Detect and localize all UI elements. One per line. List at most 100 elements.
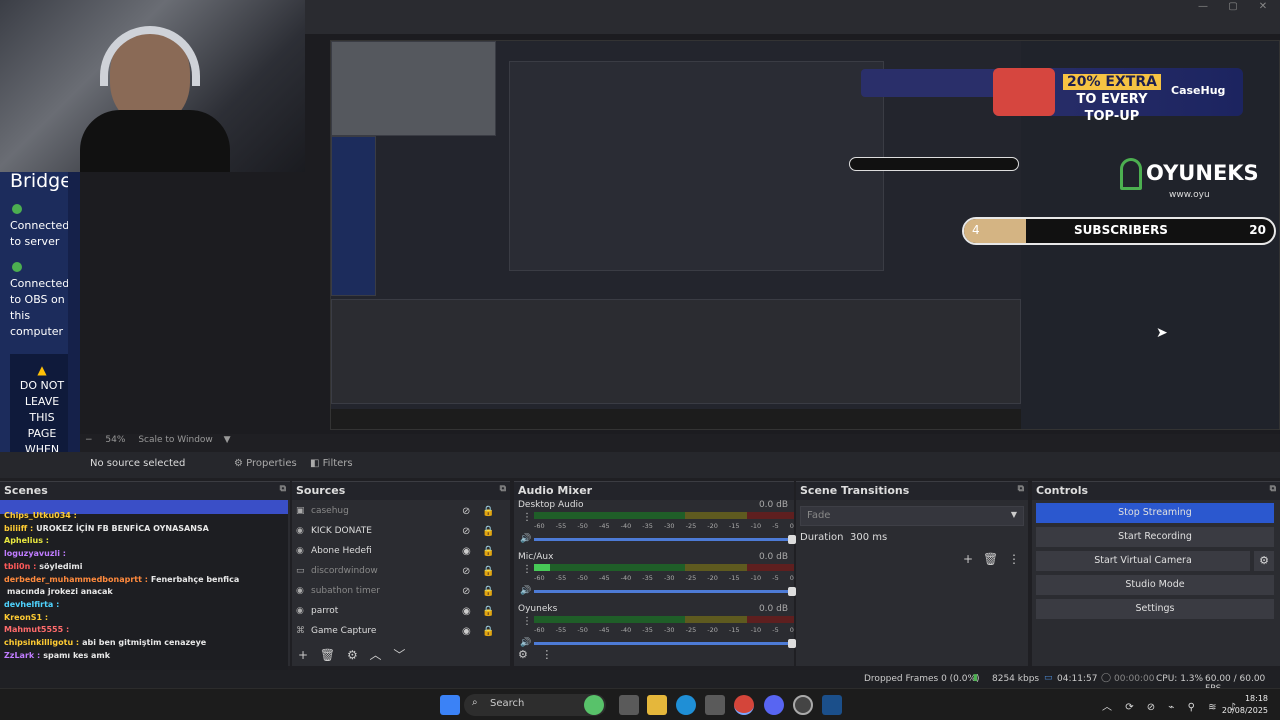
lock-icon[interactable]: 🔒 (482, 566, 494, 577)
source-row[interactable]: ▣ casehug ⊘ 🔒 (292, 502, 510, 522)
zoom-out-icon[interactable]: − (85, 435, 93, 445)
eye-hidden-icon[interactable]: ⊘ (462, 526, 470, 537)
source-row[interactable]: ◉ Abone Hedefi ◉ 🔒 (292, 542, 510, 562)
duration-label: Duration (800, 532, 844, 543)
check-icon (12, 262, 22, 272)
eye-icon[interactable]: ◉ (462, 546, 471, 557)
eye-hidden-icon[interactable]: ⊘ (462, 506, 470, 517)
undock-icon[interactable]: ⧉ (1270, 484, 1276, 494)
chat-username: loguzyavuzli : (4, 549, 66, 559)
widgets-icon[interactable] (584, 695, 604, 715)
scenes-header: Scenes ⧉ (0, 482, 290, 500)
wifi-icon[interactable]: ≋ (1208, 702, 1216, 713)
task-view-icon[interactable] (619, 695, 639, 715)
mic-icon[interactable]: ⚲ (1188, 702, 1195, 713)
chevron-down-icon[interactable]: ﹀ (393, 648, 405, 662)
minimize-icon[interactable]: — (1188, 0, 1218, 14)
obs-icon[interactable] (793, 695, 813, 715)
scale-tick: -60 (534, 522, 545, 530)
gear-icon[interactable]: ⚙ (347, 648, 358, 662)
scale-tick: -10 (750, 574, 762, 582)
sources-list: ▣ casehug ⊘ 🔒 ◉ KICK DONATE ⊘ 🔒 ◉ Abone Hedefi ◉ 🔒 ▭… (292, 502, 510, 642)
source-row[interactable]: ◉ parrot ◉ 🔒 (292, 602, 510, 622)
store-icon[interactable] (705, 695, 725, 715)
studio-mode-button[interactable]: Studio Mode (1036, 575, 1274, 595)
slider-knob[interactable] (788, 639, 796, 648)
maximize-icon[interactable]: ▢ (1218, 0, 1248, 14)
headphones (100, 26, 200, 86)
scale-tick: -20 (707, 522, 718, 530)
lock-icon[interactable]: 🔒 (482, 546, 494, 557)
lock-icon[interactable]: 🔒 (482, 506, 494, 517)
virtual-camera-settings-icon[interactable]: ⚙ (1254, 551, 1274, 571)
start-virtual-camera-button[interactable]: Start Virtual Camera (1036, 551, 1250, 571)
scale-mode[interactable]: Scale to Window (138, 435, 212, 445)
network-icon[interactable]: ⌁ (1168, 702, 1174, 713)
more-icon[interactable]: ⋮ (522, 616, 532, 627)
eye-hidden-icon[interactable]: ⊘ (462, 586, 470, 597)
eye-hidden-icon[interactable]: ⊘ (462, 566, 470, 577)
record-icon: ◯ (1101, 673, 1112, 683)
add-icon[interactable]: + (298, 648, 308, 662)
lock-icon[interactable]: 🔒 (482, 626, 494, 637)
volume-slider[interactable] (534, 587, 796, 596)
chevron-down-icon: ▼ (1010, 510, 1017, 519)
trash-icon[interactable]: 🗑 (983, 552, 998, 566)
source-row[interactable]: ◉ subathon timer ⊘ 🔒 (292, 582, 510, 602)
file-explorer-icon[interactable] (647, 695, 667, 715)
slider-knob[interactable] (788, 535, 796, 544)
more-icon[interactable]: ⋮ (522, 564, 532, 575)
chevron-down-icon[interactable]: ▼ (224, 435, 231, 445)
scale-tick: -20 (707, 574, 718, 582)
duration-input[interactable]: 300 ms (846, 532, 1022, 543)
add-icon[interactable]: + (963, 552, 973, 566)
settings-button[interactable]: Settings (1036, 599, 1274, 619)
lock-icon[interactable]: 🔒 (482, 606, 494, 617)
source-row[interactable]: ◉ KICK DONATE ⊘ 🔒 (292, 522, 510, 542)
eye-icon[interactable]: ◉ (462, 626, 471, 637)
properties-button[interactable]: ⚙ Properties (228, 456, 303, 474)
scale-tick: -35 (642, 522, 653, 530)
start-recording-button[interactable]: Start Recording (1036, 527, 1274, 547)
source-row[interactable]: ▭ discordwindow ⊘ 🔒 (292, 562, 510, 582)
lock-icon[interactable]: 🔒 (482, 586, 494, 597)
chat-username: chipsinkilligotu : (4, 638, 80, 648)
bridge-scrollbar[interactable] (68, 172, 80, 467)
trash-icon[interactable]: 🗑 (320, 648, 335, 662)
chevron-up-icon[interactable]: ︿ (1102, 702, 1112, 713)
source-row[interactable]: ⌘ Game Capture ◉ 🔒 (292, 622, 510, 642)
more-icon[interactable]: ⋮ (1008, 552, 1020, 566)
volume-slider[interactable] (534, 535, 796, 544)
undock-icon[interactable]: ⧉ (280, 484, 286, 494)
properties-label: Properties (246, 458, 297, 469)
lock-icon[interactable]: 🔒 (482, 526, 494, 537)
mixer-settings-icon[interactable]: ⚙ (518, 648, 528, 661)
filters-button[interactable]: ◧ Filters (304, 456, 359, 474)
undock-icon[interactable]: ⧉ (500, 484, 506, 494)
more-icon[interactable]: ⋮ (541, 648, 552, 661)
slider-knob[interactable] (788, 587, 796, 596)
stop-streaming-button[interactable]: Stop Streaming (1036, 503, 1274, 523)
speaker-icon[interactable]: 🔊 (520, 638, 531, 648)
warning-text: DO NOT LEAVE THIS PAGE WHEN (19, 379, 65, 456)
more-icon[interactable]: ⋮ (522, 512, 532, 523)
chat-text: Fenerbahçe benfica (150, 574, 240, 584)
sources-header: Sources ⧉ (292, 482, 510, 500)
close-icon[interactable]: ✕ (1248, 0, 1278, 14)
eye-icon[interactable]: ◉ (462, 606, 471, 617)
sync-icon[interactable]: ⟳ (1125, 702, 1133, 713)
steam-icon[interactable] (822, 695, 842, 715)
mute-icon[interactable]: ⊘ (1147, 702, 1155, 713)
chevron-up-icon[interactable]: ︿ (370, 648, 382, 662)
discord-icon[interactable] (764, 695, 784, 715)
speaker-icon[interactable]: 🔊 (520, 534, 531, 544)
undock-icon[interactable]: ⧉ (1018, 484, 1024, 494)
volume-slider[interactable] (534, 639, 796, 648)
transition-select[interactable]: Fade ▼ (800, 506, 1024, 526)
scale-tick: -20 (707, 626, 718, 634)
start-icon[interactable] (440, 695, 460, 715)
chrome-icon[interactable] (734, 695, 754, 715)
speaker-icon[interactable]: 🔊 (520, 586, 531, 596)
edge-icon[interactable] (676, 695, 696, 715)
clock[interactable]: 18:18 20/08/2025 (1222, 693, 1268, 717)
